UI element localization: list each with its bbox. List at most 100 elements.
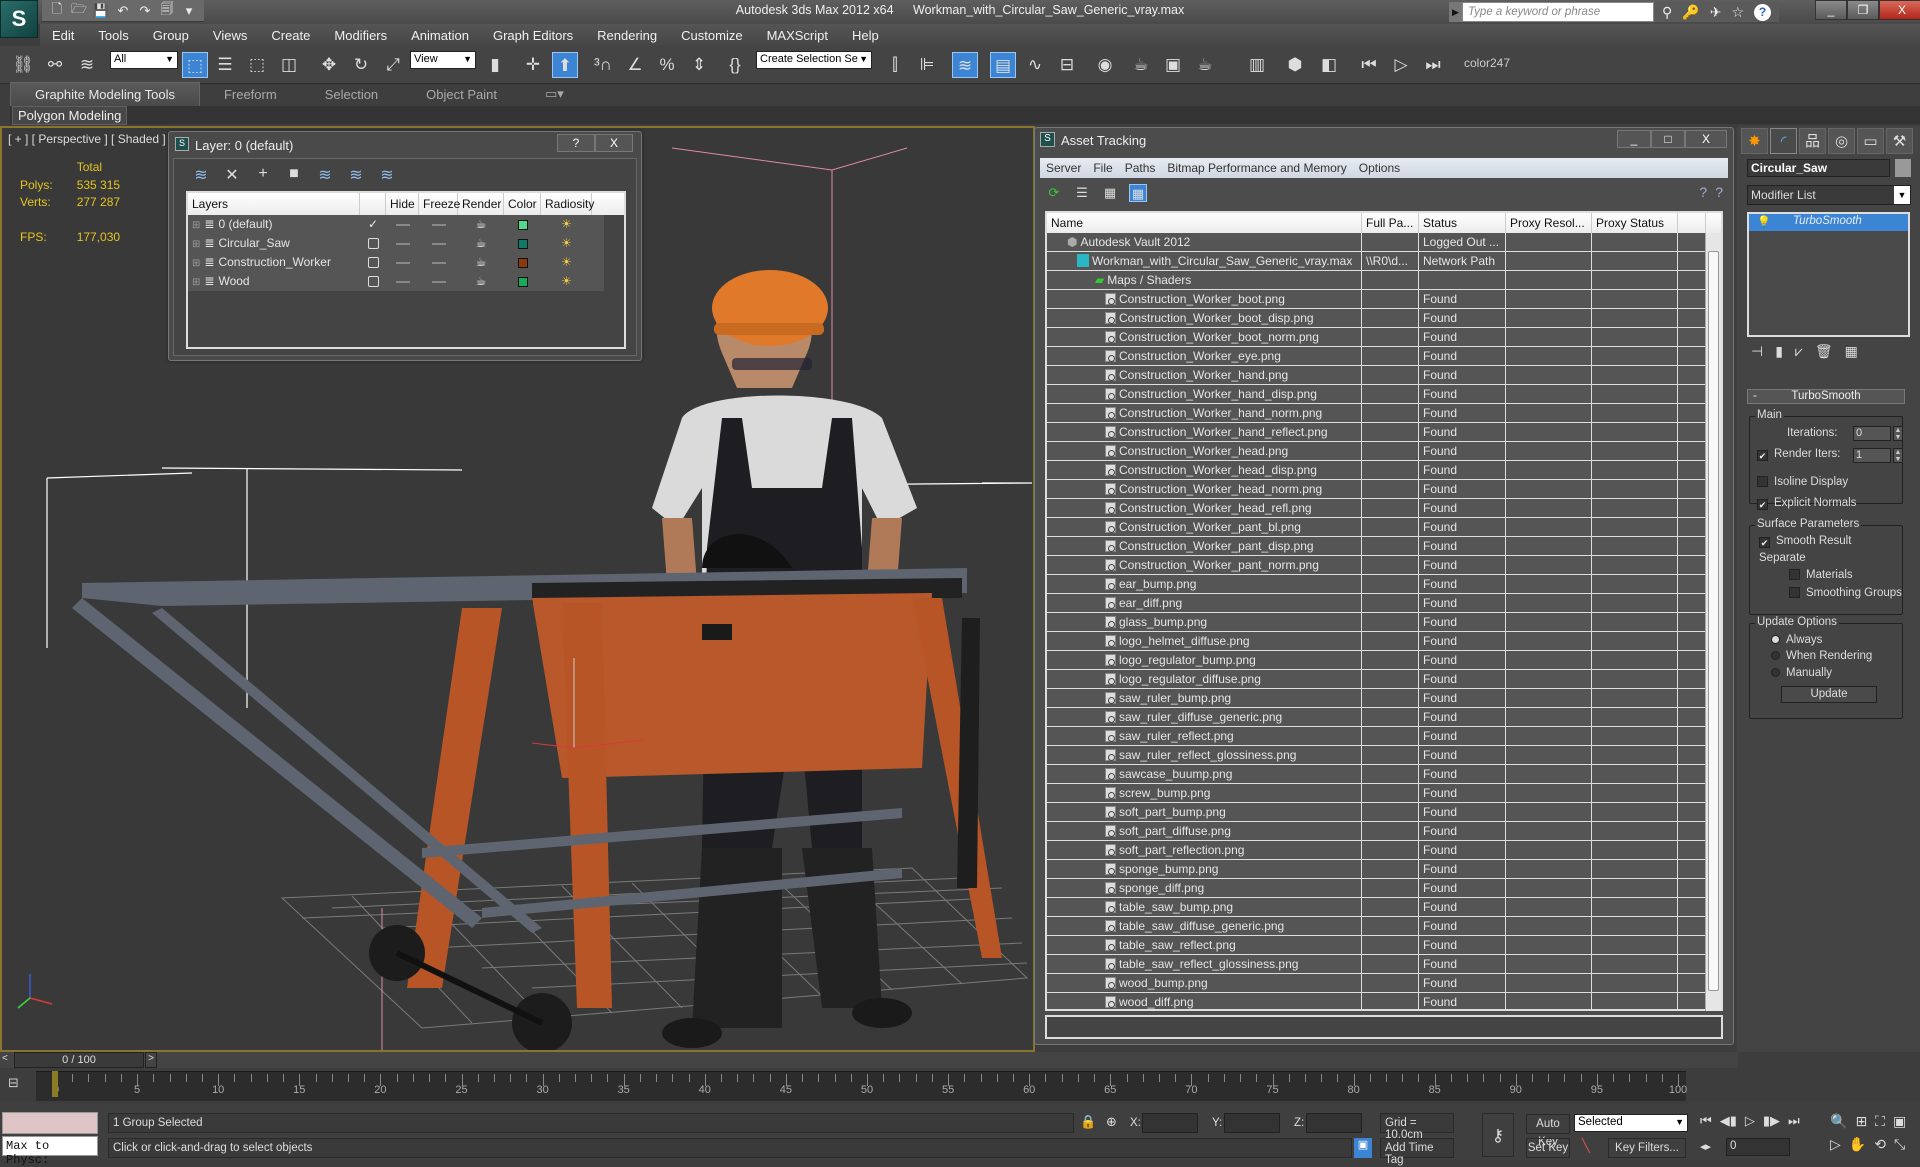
field-of-view-icon[interactable]: ▷ bbox=[1830, 1136, 1841, 1153]
named-selection-select[interactable]: Create Selection Se bbox=[756, 51, 872, 69]
z-coordinate-field[interactable] bbox=[1306, 1113, 1362, 1133]
hide-toggle[interactable] bbox=[386, 234, 419, 253]
hierarchy-tab-icon[interactable]: 品 bbox=[1799, 128, 1826, 154]
asset-row[interactable]: sponge_bump.png Found bbox=[1047, 860, 1721, 879]
modifier-turbosmooth[interactable]: TurboSmooth bbox=[1749, 214, 1908, 231]
layer-name-cell[interactable]: ⊞ ≣ 0 (default) bbox=[188, 215, 360, 234]
polygon-modeling-panel[interactable]: Polygon Modeling bbox=[12, 106, 128, 125]
vray-tool-icon[interactable]: ⬢ bbox=[1282, 52, 1308, 78]
layer-name-cell[interactable]: ⊞ ≣ Construction_Worker bbox=[188, 253, 360, 272]
remove-modifier-icon[interactable]: 🗑 bbox=[1815, 343, 1833, 360]
modify-tab-icon[interactable]: ◜ bbox=[1770, 128, 1797, 154]
render-teapot-icon[interactable]: ☕ bbox=[458, 234, 504, 253]
asset-row[interactable]: saw_ruler_reflect.png Found bbox=[1047, 727, 1721, 746]
key-mode-toggle-icon[interactable]: ◂▸ bbox=[1700, 1140, 1711, 1153]
asset-row[interactable]: screw_bump.png Found bbox=[1047, 784, 1721, 803]
curve-editor-mini-icon[interactable]: ⊟ bbox=[8, 1075, 19, 1091]
render-iters-spinner[interactable]: 1 bbox=[1853, 448, 1891, 463]
expand-icon[interactable]: ⊞ bbox=[192, 277, 200, 288]
curve-editor-icon[interactable]: ∿ bbox=[1022, 52, 1048, 78]
asset-scrollbar[interactable] bbox=[1705, 233, 1721, 1011]
rendered-frame-window-icon[interactable]: ▣ bbox=[1160, 52, 1186, 78]
asset-row[interactable]: ear_bump.png Found bbox=[1047, 575, 1721, 594]
render-teapot-icon[interactable]: ☕ bbox=[458, 272, 504, 291]
reference-coordinate-select[interactable]: View bbox=[410, 51, 476, 69]
align-icon[interactable]: ⊫ bbox=[914, 52, 940, 78]
freeze-toggle[interactable] bbox=[419, 272, 458, 291]
asset-row[interactable]: Construction_Worker_head_norm.png Found bbox=[1047, 480, 1721, 499]
col-full-path[interactable]: Full Pa... bbox=[1362, 213, 1419, 233]
asset-row[interactable]: logo_helmet_diffuse.png Found bbox=[1047, 632, 1721, 651]
asset-row[interactable]: sponge_diff.png Found bbox=[1047, 879, 1721, 898]
asset-row[interactable]: Construction_Worker_hand.png Found bbox=[1047, 366, 1721, 385]
maximize-button[interactable]: □ bbox=[1651, 130, 1685, 148]
ribbon-options-icon[interactable]: ▭▾ bbox=[521, 82, 588, 106]
configure-modifier-sets-icon[interactable]: ▦ bbox=[1845, 343, 1858, 360]
manually-radio[interactable]: Manually bbox=[1771, 667, 1832, 679]
rotate-icon[interactable]: ↻ bbox=[348, 52, 374, 78]
go-to-start-icon[interactable]: ⏮ bbox=[1700, 1113, 1712, 1129]
asset-row[interactable]: saw_ruler_diffuse_generic.png Found bbox=[1047, 708, 1721, 727]
create-tab-icon[interactable]: ✸ bbox=[1741, 128, 1768, 154]
create-layer-icon[interactable]: ≋ bbox=[192, 165, 210, 185]
col-proxy-status[interactable]: Proxy Status bbox=[1592, 213, 1678, 233]
minimize-button[interactable]: _ bbox=[1617, 130, 1651, 148]
object-color-swatch[interactable] bbox=[1895, 159, 1911, 177]
rectangular-selection-icon[interactable]: ⬚ bbox=[244, 52, 270, 78]
current-frame-field[interactable]: 0 bbox=[1726, 1138, 1790, 1156]
star-icon[interactable]: ☆ bbox=[1731, 4, 1744, 21]
schematic-view-icon[interactable]: ⊟ bbox=[1054, 52, 1080, 78]
zoom-icon[interactable]: 🔍 bbox=[1830, 1113, 1847, 1130]
col-proxy-resolution[interactable]: Proxy Resol... bbox=[1506, 213, 1592, 233]
help-icon[interactable]: ? bbox=[1699, 184, 1707, 200]
x-coordinate-field[interactable] bbox=[1142, 1113, 1198, 1133]
layer-color-swatch[interactable] bbox=[504, 234, 541, 253]
always-radio[interactable]: Always bbox=[1771, 634, 1822, 646]
asset-row[interactable]: wood_bump.png Found bbox=[1047, 974, 1721, 993]
layer-color-swatch[interactable] bbox=[504, 253, 541, 272]
menu-edit[interactable]: Edit bbox=[40, 28, 86, 43]
asset-row[interactable]: Construction_Worker_head.png Found bbox=[1047, 442, 1721, 461]
select-manipulate-icon[interactable]: ✛ bbox=[520, 52, 546, 78]
asset-row[interactable]: Construction_Worker_pant_bl.png Found bbox=[1047, 518, 1721, 537]
layer-row[interactable]: ⊞ ≣ Wood ☕ ☀ bbox=[188, 272, 604, 291]
time-slider-track[interactable] bbox=[0, 1052, 1738, 1068]
asset-row[interactable]: Construction_Worker_head_disp.png Found bbox=[1047, 461, 1721, 480]
select-by-name-icon[interactable]: ☰ bbox=[212, 52, 238, 78]
asset-row[interactable]: soft_part_diffuse.png Found bbox=[1047, 822, 1721, 841]
asset-row[interactable]: Construction_Worker_pant_disp.png Found bbox=[1047, 537, 1721, 556]
next-frame-button[interactable]: > bbox=[145, 1052, 157, 1068]
layer-color-swatch[interactable] bbox=[504, 215, 541, 234]
vray-eraser-icon[interactable]: ◧ bbox=[1316, 52, 1342, 78]
zoom-all-icon[interactable]: ⊞ bbox=[1855, 1113, 1867, 1130]
orbit-icon[interactable]: ⟲ bbox=[1874, 1136, 1886, 1153]
menu-create[interactable]: Create bbox=[259, 28, 322, 43]
zoom-extents-all-icon[interactable]: ▣ bbox=[1893, 1113, 1906, 1130]
rollout-header[interactable]: - TurboSmooth bbox=[1747, 389, 1905, 404]
menu-tools[interactable]: Tools bbox=[86, 28, 140, 43]
edit-named-selection-icon[interactable]: {} bbox=[722, 52, 748, 78]
hide-toggle[interactable] bbox=[386, 253, 419, 272]
radiosity-sun-icon[interactable]: ☀ bbox=[541, 253, 592, 272]
pan-icon[interactable]: ✋ bbox=[1849, 1136, 1866, 1153]
asset-row[interactable]: Construction_Worker_hand_disp.png Found bbox=[1047, 385, 1721, 404]
radiosity-sun-icon[interactable]: ☀ bbox=[541, 272, 592, 291]
percent-snap-icon[interactable]: % bbox=[654, 52, 680, 78]
expand-icon[interactable]: ⊞ bbox=[192, 258, 200, 269]
close-button[interactable]: X bbox=[1685, 130, 1727, 148]
smooth-result-checkbox[interactable]: ✔ Smooth Result bbox=[1759, 535, 1851, 548]
search-expand-icon[interactable]: ▶ bbox=[1449, 2, 1462, 22]
menu-rendering[interactable]: Rendering bbox=[585, 28, 669, 43]
keyboard-shortcut-override-icon[interactable]: ⬆ bbox=[552, 52, 578, 78]
angle-snap-icon[interactable]: ∠ bbox=[622, 52, 648, 78]
unlink-icon[interactable]: ⚯ bbox=[42, 52, 68, 78]
time-tag-icon[interactable]: ▣ bbox=[1354, 1138, 1372, 1158]
add-to-layer-icon[interactable]: + bbox=[254, 165, 272, 185]
delete-layer-icon[interactable]: ✕ bbox=[223, 165, 241, 185]
absolute-mode-icon[interactable]: ⊕ bbox=[1106, 1114, 1117, 1130]
time-slider-thumb[interactable]: 0 / 100 bbox=[14, 1052, 144, 1068]
menu-bitmap-performance[interactable]: Bitmap Performance and Memory bbox=[1161, 161, 1352, 175]
layer-row[interactable]: ⊞ ≣ 0 (default) ✓ ☕ ☀ bbox=[188, 215, 604, 234]
show-end-result-icon[interactable]: ▮ bbox=[1775, 343, 1783, 360]
selection-lock-icon[interactable]: 🔒 bbox=[1080, 1114, 1096, 1130]
